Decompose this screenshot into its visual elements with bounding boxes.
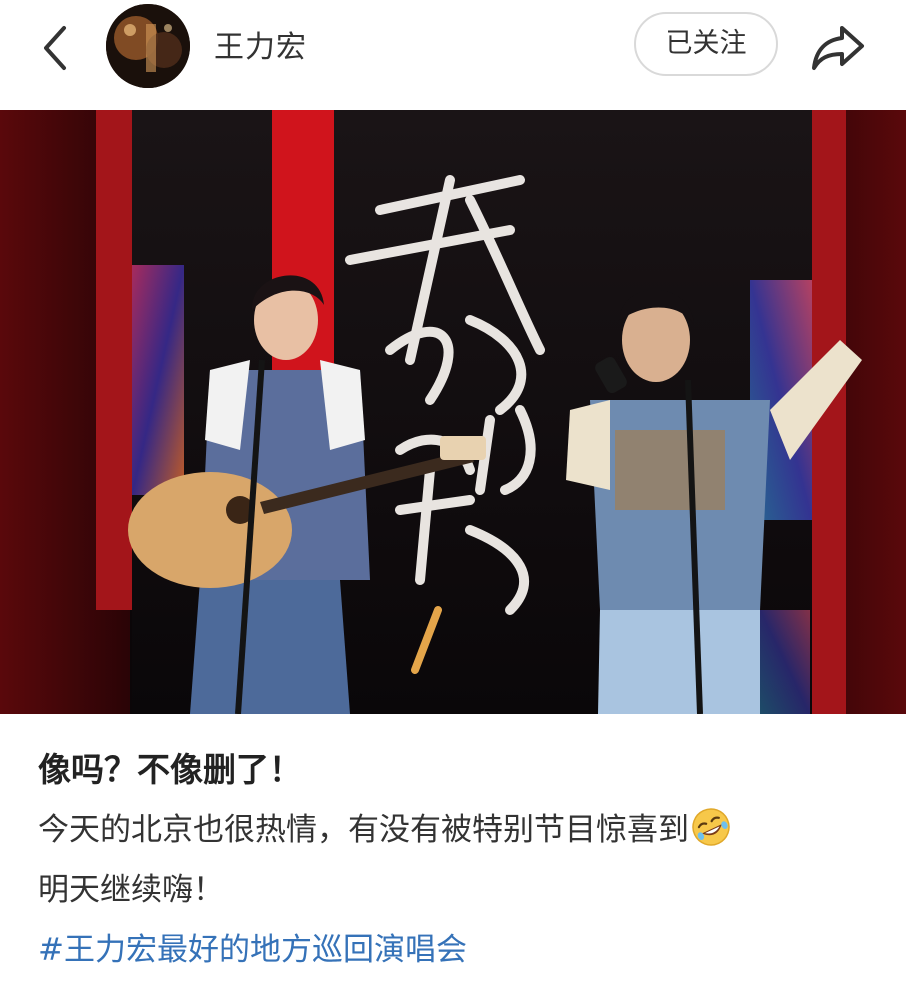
rolling-on-floor-laughing-emoji-icon <box>692 808 730 846</box>
back-button[interactable] <box>30 20 86 76</box>
post-content: 像吗？不像删了！ 今天的北京也很热情，有没有被特别节目惊喜到 明天继续嗨！ #王… <box>38 740 878 980</box>
concert-photo <box>0 110 906 714</box>
post-header: 王力宏 已关注 <box>0 0 906 110</box>
avatar[interactable] <box>106 4 190 88</box>
post-line-1-text: 今天的北京也很热情，有没有被特别节目惊喜到 <box>38 812 689 848</box>
share-button[interactable] <box>808 18 868 74</box>
avatar-image <box>106 4 190 88</box>
post-line-2: 明天继续嗨！ <box>38 872 224 908</box>
follow-button[interactable]: 已关注 <box>634 12 778 76</box>
post-headline: 像吗？不像删了！ <box>38 750 302 789</box>
share-icon <box>812 26 864 70</box>
post-photo[interactable] <box>0 110 906 714</box>
chevron-left-icon <box>44 26 66 70</box>
post-line-1: 今天的北京也很热情，有没有被特别节目惊喜到 <box>38 800 878 860</box>
username[interactable]: 王力宏 <box>214 22 307 66</box>
hashtag-link[interactable]: #王力宏最好的地方巡回演唱会 <box>38 920 878 980</box>
